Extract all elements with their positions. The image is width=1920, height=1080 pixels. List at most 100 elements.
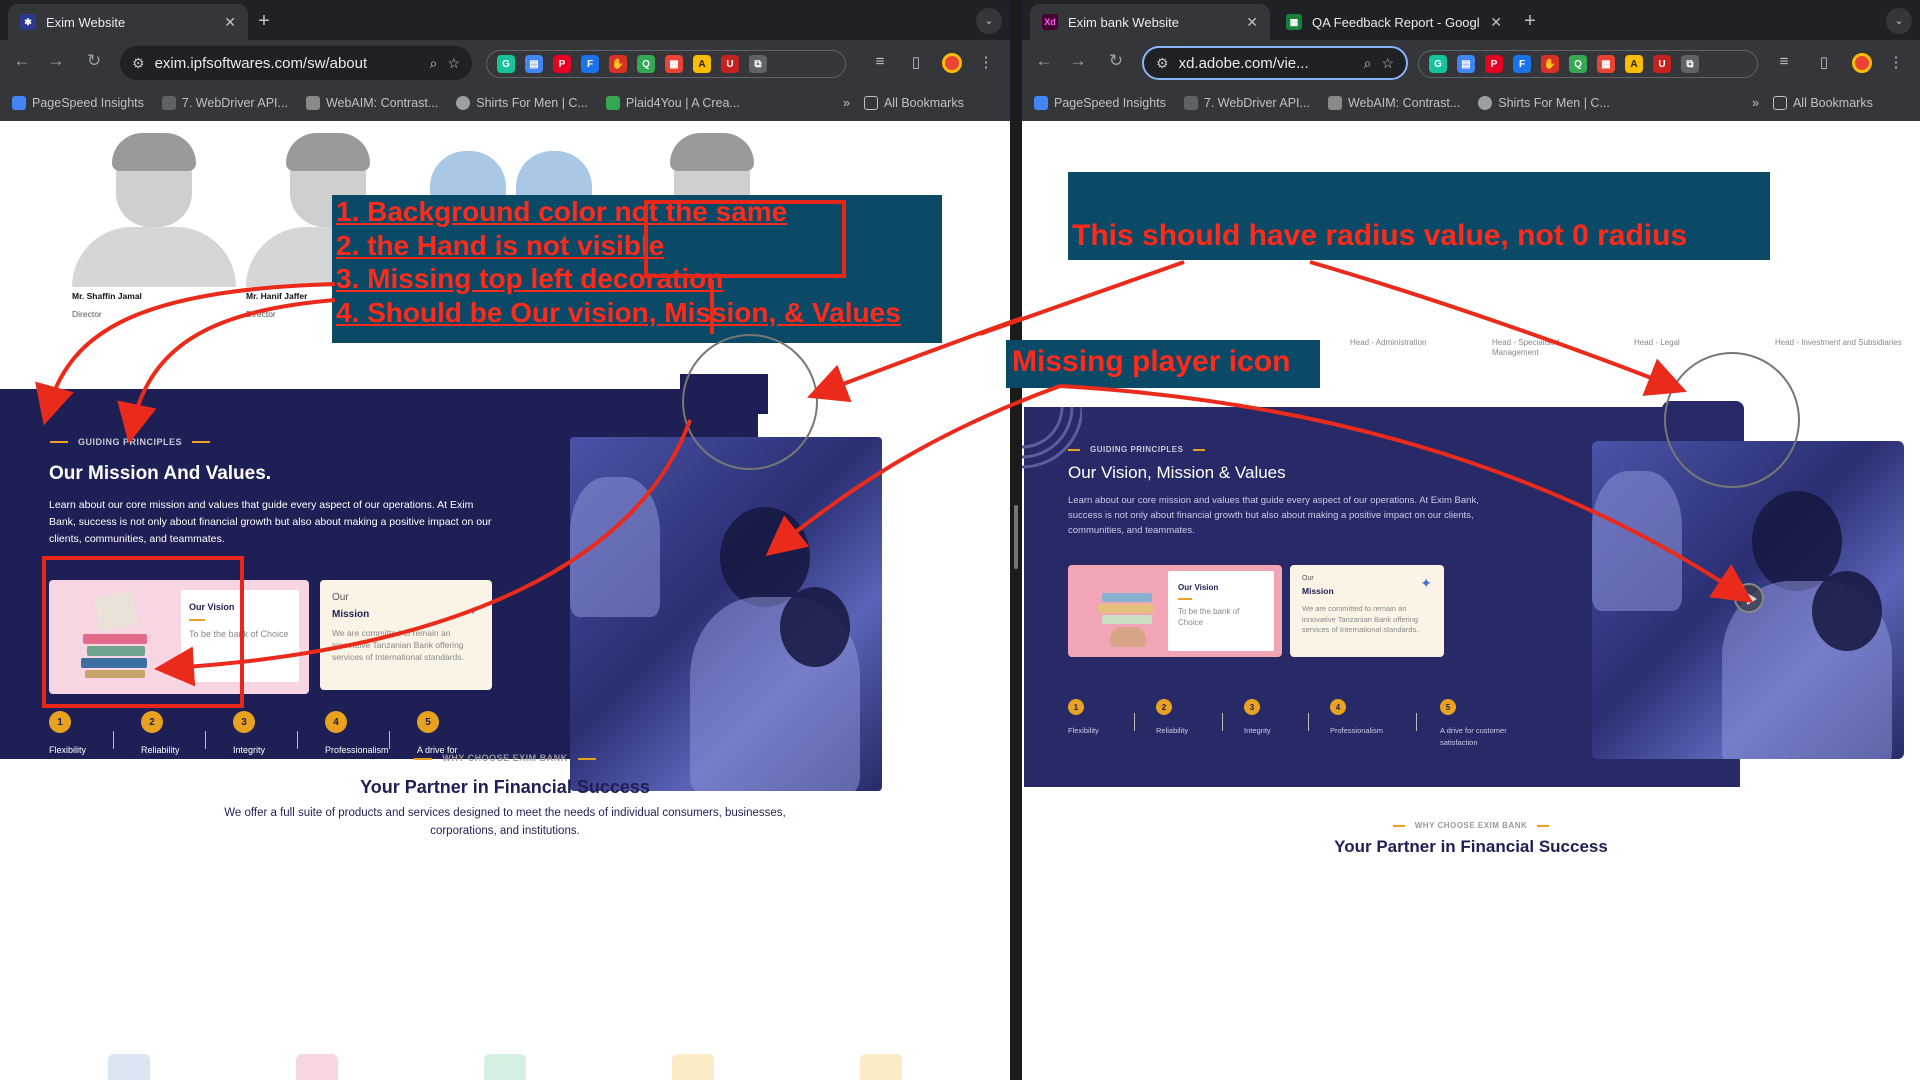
- side-panel-icon[interactable]: ▯: [1814, 53, 1834, 71]
- color-extension-icon[interactable]: ▦: [665, 55, 683, 73]
- grammarly-extension-icon[interactable]: G: [1429, 55, 1447, 73]
- tab-title: QA Feedback Report - Googl: [1312, 14, 1480, 30]
- forward-icon[interactable]: →: [44, 51, 68, 71]
- new-tab-button[interactable]: +: [252, 10, 276, 33]
- close-icon[interactable]: ✕: [1490, 14, 1502, 31]
- all-bookmarks-button[interactable]: All Bookmarks: [1772, 96, 1873, 110]
- reading-list-icon[interactable]: ≡: [1774, 53, 1794, 70]
- bookmark-star-icon[interactable]: ☆: [447, 55, 460, 72]
- chevron-more-icon[interactable]: »: [1752, 96, 1759, 110]
- partner-heading: Your Partner in Financial Success: [1334, 837, 1608, 856]
- bookmark-item[interactable]: 7. WebDriver API...: [161, 96, 288, 110]
- divider-grip[interactable]: [1014, 505, 1018, 569]
- back-icon[interactable]: ←: [10, 51, 34, 71]
- docs-extension-icon[interactable]: ▤: [1457, 55, 1475, 73]
- bookmark-item[interactable]: Shirts For Men | C...: [1478, 96, 1610, 110]
- puzzle-extension-icon[interactable]: ⧉: [749, 55, 767, 73]
- compass-icon: ✦: [1420, 575, 1432, 591]
- role-caption: Head - Specialised Management: [1492, 338, 1560, 358]
- back-icon[interactable]: ←: [1032, 51, 1056, 71]
- vision-text: To be the bank of Choice: [1178, 607, 1240, 628]
- bookmark-item[interactable]: Shirts For Men | C...: [456, 96, 588, 110]
- address-bar[interactable]: ⚙ xd.adobe.com/vie... ⌕ ☆: [1142, 46, 1408, 80]
- person-silhouette: [72, 129, 236, 287]
- warning-extension-icon[interactable]: A: [1625, 55, 1643, 73]
- tab-exim-bank-website[interactable]: Xd Exim bank Website ✕: [1030, 4, 1270, 40]
- close-icon[interactable]: ✕: [224, 14, 236, 31]
- forward-icon[interactable]: →: [1066, 51, 1090, 71]
- annotation-note-radius: This should have radius value, not 0 rad…: [1068, 172, 1770, 260]
- compass-icon: ✦: [467, 604, 478, 618]
- new-tab-button[interactable]: +: [1518, 10, 1542, 33]
- grammarly-extension-icon[interactable]: G: [497, 55, 515, 73]
- search-extension-icon[interactable]: Q: [1569, 55, 1587, 73]
- all-bookmarks-button[interactable]: All Bookmarks: [863, 96, 964, 110]
- annotation-note-player: Missing player icon: [1006, 340, 1320, 388]
- play-icon[interactable]: [1734, 583, 1764, 613]
- right-tabstrip: Xd Exim bank Website ✕ ▦ QA Feedback Rep…: [1022, 0, 1920, 40]
- partner-subtext: We offer a full suite of products and se…: [224, 807, 786, 838]
- profile-avatar[interactable]: [1852, 53, 1872, 73]
- stop-extension-icon[interactable]: ✋: [609, 55, 627, 73]
- bookmark-item[interactable]: WebAIM: Contrast...: [1327, 96, 1460, 110]
- fi-extension-icon[interactable]: F: [581, 55, 599, 73]
- menu-kebab-icon[interactable]: ⋮: [976, 53, 996, 71]
- globe-icon: [1478, 96, 1493, 110]
- bookmark-star-icon[interactable]: ☆: [1381, 55, 1394, 72]
- pinterest-extension-icon[interactable]: P: [553, 55, 571, 73]
- reload-icon[interactable]: ↻: [82, 51, 106, 71]
- fi-extension-icon[interactable]: F: [1513, 55, 1531, 73]
- menu-kebab-icon[interactable]: ⋮: [1886, 53, 1906, 71]
- docs-extension-icon[interactable]: ▤: [525, 55, 543, 73]
- address-bar[interactable]: ⚙ exim.ipfsoftwares.com/sw/about ⌕ ☆: [120, 46, 472, 80]
- bookmark-item[interactable]: PageSpeed Insights: [12, 96, 144, 110]
- site-settings-icon[interactable]: ⚙: [1156, 55, 1169, 72]
- values-list: 1 Flexibility 2 Reliability 3 Integrity 4 Pr…: [49, 711, 487, 786]
- reading-list-icon[interactable]: ≡: [870, 53, 890, 70]
- close-icon[interactable]: ✕: [1246, 14, 1258, 31]
- window-divider[interactable]: [1010, 0, 1022, 1080]
- mission-text: We are committed to remain an innovative…: [1302, 604, 1419, 634]
- profile-avatar[interactable]: [942, 53, 962, 73]
- reload-icon[interactable]: ↻: [1104, 51, 1128, 71]
- tab-search-button[interactable]: ⌄: [1886, 8, 1912, 34]
- zoom-icon[interactable]: ⌕: [1364, 55, 1372, 72]
- right-toolbar: ← → ↻ ⚙ xd.adobe.com/vie... ⌕ ☆ G ▤ P F …: [1022, 40, 1920, 86]
- zoom-icon[interactable]: ⌕: [430, 55, 438, 72]
- bookmarks-overflow: » All Bookmarks: [843, 86, 964, 120]
- partner-heading: Your Partner in Financial Success: [360, 777, 650, 797]
- tab-title: Exim bank Website: [1068, 14, 1180, 30]
- side-panel-icon[interactable]: ▯: [906, 53, 926, 71]
- stop-extension-icon[interactable]: ✋: [1541, 55, 1559, 73]
- value-item: 5A drive for customer satisfaction: [417, 711, 487, 786]
- bookmark-item[interactable]: 7. WebDriver API...: [1183, 96, 1310, 110]
- site-settings-icon[interactable]: ⚙: [132, 55, 145, 72]
- bookmark-item[interactable]: Plaid4You | A Crea...: [605, 96, 740, 110]
- section-heading: Our Vision, Mission & Values: [1068, 463, 1286, 482]
- accent-line: [1178, 598, 1192, 600]
- tab-exim-website[interactable]: ✱ Exim Website ✕: [8, 4, 248, 40]
- why-eyebrow: WHY CHOOSE EXIM BANK: [1022, 821, 1920, 830]
- annotation-note-left: 1. Background color not the same 2. the …: [332, 195, 942, 343]
- magnet-extension-icon[interactable]: U: [721, 55, 739, 73]
- puzzle-extension-icon[interactable]: ⧉: [1681, 55, 1699, 73]
- search-extension-icon[interactable]: Q: [637, 55, 655, 73]
- color-extension-icon[interactable]: ▦: [1597, 55, 1615, 73]
- warning-extension-icon[interactable]: A: [693, 55, 711, 73]
- team-role: Director: [72, 309, 102, 319]
- tab-search-button[interactable]: ⌄: [976, 8, 1002, 34]
- pinterest-extension-icon[interactable]: P: [1485, 55, 1503, 73]
- feature-icon: [296, 1054, 338, 1080]
- mission-pre: Our: [1302, 575, 1314, 582]
- folder-icon: [863, 96, 878, 110]
- url-text: exim.ipfsoftwares.com/sw/about: [154, 54, 368, 72]
- bookmark-item[interactable]: WebAIM: Contrast...: [305, 96, 438, 110]
- tab-qa-feedback[interactable]: ▦ QA Feedback Report - Googl ✕: [1274, 4, 1514, 40]
- folder-icon: [1772, 96, 1787, 110]
- chevron-more-icon[interactable]: »: [843, 96, 850, 110]
- magnet-extension-icon[interactable]: U: [1653, 55, 1671, 73]
- highlight-box: [42, 556, 244, 708]
- extensions-group: G ▤ P F ✋ Q ▦ A U ⧉: [1418, 50, 1758, 78]
- section-paragraph: Learn about our core mission and values …: [49, 499, 492, 545]
- bookmark-item[interactable]: PageSpeed Insights: [1034, 96, 1166, 110]
